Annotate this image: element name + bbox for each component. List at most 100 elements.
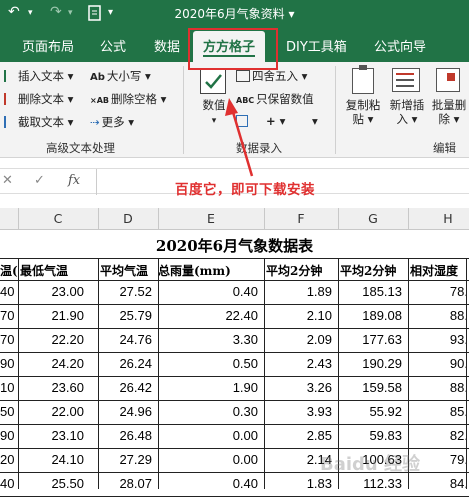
table-cell[interactable]: 2.10 — [266, 308, 332, 323]
table-row[interactable]: 70 22.20 24.76 3.30 2.09 177.63 93. — [0, 328, 469, 352]
table-cell[interactable]: 3.26 — [266, 380, 332, 395]
table-cell[interactable]: 22.20 — [20, 332, 84, 347]
more-icon: ⇢ — [90, 115, 100, 129]
batch-delete-icon — [436, 68, 460, 92]
header-cell: 平均气温 — [100, 264, 149, 278]
table-cell[interactable]: 24.76 — [100, 332, 152, 347]
insert-text-button[interactable]: 插入文本 ▾ — [4, 68, 73, 84]
table-cell[interactable]: 40 — [0, 284, 14, 299]
table-cell[interactable]: 85. — [410, 404, 468, 419]
table-cell[interactable]: 90 — [0, 356, 14, 371]
numeric-value-button[interactable]: 数值 ▾ — [195, 98, 233, 128]
table-cell[interactable]: 24.20 — [20, 356, 84, 371]
more-button[interactable]: ⇢ 更多 ▾ — [90, 114, 134, 130]
table-cell[interactable]: 190.29 — [340, 356, 402, 371]
table-cell[interactable]: 90. — [410, 356, 468, 371]
tab-page-layout[interactable]: 页面布局 — [22, 36, 74, 55]
delete-text-button[interactable]: 删除文本 ▾ — [4, 91, 73, 107]
group-label-edit: 编辑 — [433, 141, 456, 155]
table-cell[interactable]: 0.30 — [160, 404, 258, 419]
table-cell[interactable]: 78. — [410, 284, 468, 299]
more-options-icon[interactable]: ▾ — [312, 114, 318, 128]
table-row[interactable]: 40 23.00 27.52 0.40 1.89 185.13 78. — [0, 280, 469, 304]
tab-formula-wizard[interactable]: 公式向导 — [374, 36, 426, 55]
case-button[interactable]: Ab 大小写 ▾ — [90, 68, 151, 84]
table-cell[interactable]: 88. — [410, 380, 468, 395]
table-cell[interactable]: 21.90 — [20, 308, 84, 323]
table-cell[interactable]: 50 — [0, 404, 14, 419]
column-header-g[interactable]: G — [338, 211, 408, 226]
round-button[interactable]: 四舍五入 ▾ — [236, 68, 307, 84]
table-cell[interactable]: 0.40 — [160, 284, 258, 299]
tab-highlight-box — [188, 28, 278, 70]
table-cell[interactable]: 26.42 — [100, 380, 152, 395]
remove-spaces-button[interactable]: ×AB 删除空格 ▾ — [90, 91, 166, 107]
column-header-e[interactable]: E — [158, 211, 264, 226]
table-cell[interactable]: 93. — [410, 332, 468, 347]
table-cell[interactable]: 3.30 — [160, 332, 258, 347]
group-separator — [183, 66, 184, 154]
table-cell[interactable]: 25.79 — [100, 308, 152, 323]
table-cell[interactable]: 1.90 — [160, 380, 258, 395]
table-cell[interactable]: 55.92 — [340, 404, 402, 419]
table-cell[interactable]: 189.08 — [340, 308, 402, 323]
table-cell[interactable]: 23.00 — [20, 284, 84, 299]
batch-delete-button[interactable]: 批量删除 ▾ — [428, 98, 469, 126]
confirm-icon[interactable]: ✓ — [34, 173, 45, 188]
table-cell[interactable]: 90 — [0, 428, 14, 443]
table-cell[interactable]: 2.43 — [266, 356, 332, 371]
table-row[interactable]: 10 23.60 26.42 1.90 3.26 159.58 88. — [0, 376, 469, 400]
table-cell[interactable]: 23.60 — [20, 380, 84, 395]
table-cell[interactable]: 2.85 — [266, 428, 332, 443]
tab-formulas[interactable]: 公式 — [100, 36, 126, 55]
column-header-c[interactable]: C — [18, 211, 98, 226]
tab-data[interactable]: 数据 — [154, 36, 180, 55]
table-cell[interactable]: 24.96 — [100, 404, 152, 419]
table-cell[interactable]: 27.29 — [100, 452, 152, 467]
table-cell[interactable]: 27.52 — [100, 284, 152, 299]
column-header-f[interactable]: F — [264, 211, 338, 226]
table-cell[interactable]: 0.00 — [160, 452, 258, 467]
table-cell[interactable]: 20 — [0, 452, 14, 467]
table-cell[interactable]: 26.24 — [100, 356, 152, 371]
table-cell[interactable]: 70 — [0, 308, 14, 323]
table-cell[interactable]: 0.00 — [160, 428, 258, 443]
table-cell[interactable]: 26.48 — [100, 428, 152, 443]
table-cell[interactable]: 3.93 — [266, 404, 332, 419]
table-cell[interactable]: 2.09 — [266, 332, 332, 347]
insert-add-button[interactable]: 新增插入 ▾ — [385, 98, 429, 126]
plus-dropdown-button[interactable]: + ▾ — [236, 114, 285, 128]
table-cell[interactable]: 1.89 — [266, 284, 332, 299]
table-cell[interactable]: 185.13 — [340, 284, 402, 299]
table-cell[interactable]: 59.83 — [340, 428, 402, 443]
table-row[interactable]: 50 22.00 24.96 0.30 3.93 55.92 85. — [0, 400, 469, 424]
delete-text-icon — [4, 93, 16, 105]
header-cell: 平均2分钟 — [340, 264, 397, 278]
table-cell[interactable]: 22.40 — [160, 308, 258, 323]
table-cell[interactable]: 24.10 — [20, 452, 84, 467]
numeric-value-icon — [200, 68, 226, 94]
column-header-h[interactable]: H — [408, 211, 469, 226]
remove-spaces-icon: ×AB — [90, 96, 109, 105]
keep-values-only-button[interactable]: ABC 只保留数值 — [236, 91, 314, 107]
table-cell[interactable]: 82. — [410, 428, 468, 443]
group-label-text-processing: 高级文本处理 — [46, 141, 115, 155]
column-header-d[interactable]: D — [98, 211, 158, 226]
table-row[interactable]: 90 24.20 26.24 0.50 2.43 190.29 90. — [0, 352, 469, 376]
table-cell[interactable]: 0.50 — [160, 356, 258, 371]
tab-diy-toolbox[interactable]: DIY工具箱 — [286, 36, 347, 55]
table-cell[interactable]: 10 — [0, 380, 14, 395]
insert-function-icon[interactable]: fx — [68, 173, 80, 188]
extract-text-button[interactable]: 截取文本 ▾ — [4, 114, 73, 130]
table-row[interactable]: 90 23.10 26.48 0.00 2.85 59.83 82. — [0, 424, 469, 448]
table-cell[interactable]: 23.10 — [20, 428, 84, 443]
header-cell: 温( — [0, 264, 18, 278]
copy-paste-button[interactable]: 复制粘贴 ▾ — [341, 98, 385, 126]
table-cell[interactable]: 88. — [410, 308, 468, 323]
table-row[interactable]: 70 21.90 25.79 22.40 2.10 189.08 88. — [0, 304, 469, 328]
cancel-icon[interactable]: ✕ — [2, 173, 13, 188]
table-cell[interactable]: 70 — [0, 332, 14, 347]
table-cell[interactable]: 22.00 — [20, 404, 84, 419]
table-cell[interactable]: 177.63 — [340, 332, 402, 347]
table-cell[interactable]: 159.58 — [340, 380, 402, 395]
